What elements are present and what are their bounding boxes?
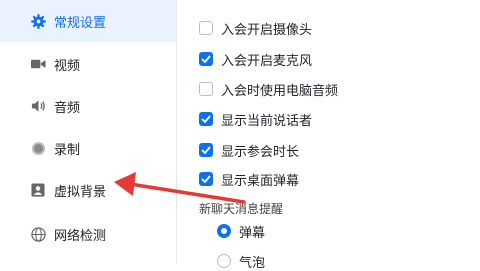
option-desktop-danmaku[interactable]: 显示桌面弹幕 bbox=[199, 170, 300, 189]
checkbox[interactable] bbox=[199, 82, 213, 96]
video-camera-icon bbox=[30, 56, 46, 72]
check-icon bbox=[201, 55, 211, 63]
option-computer-audio[interactable]: 入会时使用电脑音频 bbox=[199, 80, 339, 99]
radio-label: 气泡 bbox=[239, 255, 266, 271]
message-reminder-heading: 新聊天消息提醒 bbox=[199, 202, 284, 216]
checkbox[interactable] bbox=[199, 21, 213, 35]
check-icon bbox=[201, 175, 211, 183]
option-label: 显示当前说话者 bbox=[221, 113, 313, 129]
general-settings-panel: 入会开启摄像头 入会开启麦克风 入会时使用电脑音频 显示当前说话者 显示参会时长… bbox=[177, 0, 480, 271]
option-camera-on-join[interactable]: 入会开启摄像头 bbox=[199, 19, 313, 38]
radio-label: 弹幕 bbox=[239, 225, 266, 241]
option-label: 入会开启麦克风 bbox=[221, 53, 313, 69]
gear-icon bbox=[30, 13, 46, 29]
sidebar-item-network-test[interactable]: 网络检测 bbox=[0, 213, 176, 255]
check-icon bbox=[201, 115, 211, 123]
speaker-icon bbox=[30, 98, 46, 114]
checkbox[interactable] bbox=[199, 112, 213, 126]
sidebar-item-record[interactable]: 录制 bbox=[0, 127, 176, 169]
sidebar-item-virtual-background[interactable]: 虚拟背景 bbox=[0, 169, 176, 211]
sidebar-item-video[interactable]: 视频 bbox=[0, 43, 176, 85]
checkbox[interactable] bbox=[199, 52, 213, 66]
sidebar-item-label: 录制 bbox=[54, 142, 81, 158]
sidebar-item-label: 常规设置 bbox=[54, 15, 107, 31]
check-icon bbox=[201, 146, 211, 154]
sidebar-item-label: 虚拟背景 bbox=[54, 184, 107, 200]
radio-option-bubble[interactable]: 气泡 bbox=[217, 252, 266, 271]
sidebar-item-audio[interactable]: 音频 bbox=[0, 85, 176, 127]
option-show-speaker[interactable]: 显示当前说话者 bbox=[199, 110, 313, 129]
settings-sidebar: 常规设置 视频 音频 录制 虚拟背景 网络检测 bbox=[0, 0, 177, 264]
radio-button[interactable] bbox=[217, 254, 231, 268]
option-mic-on-join[interactable]: 入会开启麦克风 bbox=[199, 50, 313, 69]
option-label: 显示参会时长 bbox=[221, 144, 300, 160]
record-icon bbox=[30, 140, 46, 156]
sidebar-item-general[interactable]: 常规设置 bbox=[0, 0, 176, 42]
sidebar-item-label: 视频 bbox=[54, 58, 81, 74]
option-label: 显示桌面弹幕 bbox=[221, 173, 300, 189]
portrait-icon bbox=[30, 182, 46, 198]
globe-icon bbox=[30, 226, 46, 242]
option-label: 入会开启摄像头 bbox=[221, 22, 313, 38]
sidebar-item-label: 音频 bbox=[54, 100, 81, 116]
radio-option-danmaku[interactable]: 弹幕 bbox=[217, 222, 266, 241]
option-label: 入会时使用电脑音频 bbox=[221, 83, 339, 99]
radio-button[interactable] bbox=[217, 224, 231, 238]
sidebar-item-label: 网络检测 bbox=[54, 228, 107, 244]
option-show-duration[interactable]: 显示参会时长 bbox=[199, 141, 300, 160]
checkbox[interactable] bbox=[199, 172, 213, 186]
checkbox[interactable] bbox=[199, 143, 213, 157]
